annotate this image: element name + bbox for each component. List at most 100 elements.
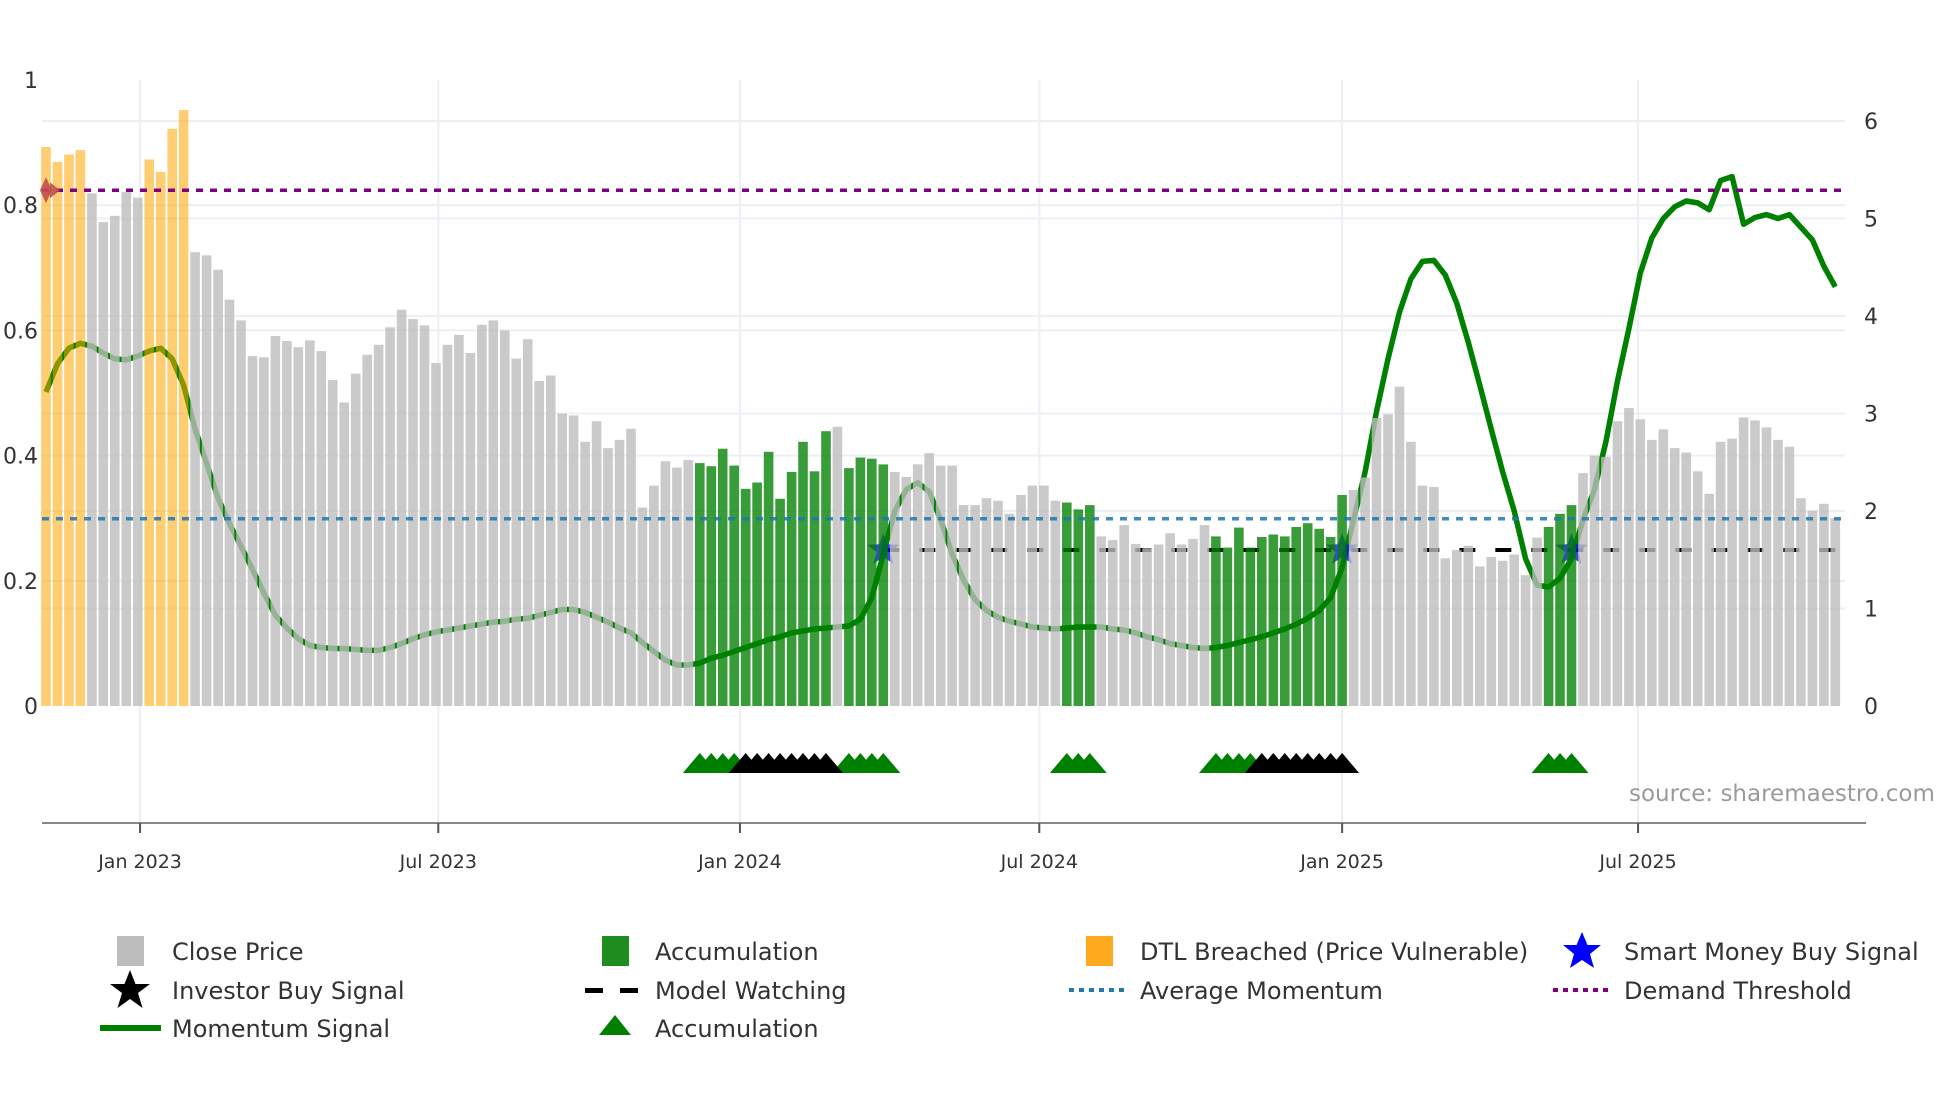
close-price-bar xyxy=(327,379,338,706)
close-price-bar xyxy=(213,269,223,706)
close-price-bar xyxy=(1107,540,1118,706)
y-tick-label-left: 0.4 xyxy=(3,445,38,470)
accumulation-bar xyxy=(706,466,717,706)
dtl-breached-bar xyxy=(75,150,86,707)
close-price-bar xyxy=(1773,439,1783,706)
close-price-bar xyxy=(557,413,567,706)
legend-accumulation-bar: Accumulation xyxy=(655,938,819,966)
close-price-bar xyxy=(110,215,120,707)
close-price-bar xyxy=(1589,455,1600,706)
accumulation-bar xyxy=(1291,527,1301,706)
accumulation-bar xyxy=(763,451,774,706)
accumulation-bar xyxy=(867,458,877,706)
accumulation-bar xyxy=(1555,513,1565,706)
close-price-bar xyxy=(396,309,407,706)
close-price-bar xyxy=(1704,493,1714,706)
black-star-icon xyxy=(110,970,150,1008)
close-price-bar xyxy=(1463,545,1474,706)
close-price-bar xyxy=(224,299,235,706)
close-price-bar xyxy=(247,356,258,706)
accumulation-bar xyxy=(1325,537,1336,706)
x-tick-label: Jul 2024 xyxy=(1000,851,1078,873)
x-tick-label: Jan 2024 xyxy=(697,851,782,873)
momentum-chart: 00.20.40.60.81 0123456 Jan 2023 Jul 2023 J… xyxy=(3,69,1935,1043)
close-price-bar xyxy=(305,340,315,706)
accumulation-bar xyxy=(1245,547,1256,706)
close-price-bar xyxy=(1807,510,1818,706)
y-tick-label-left: 1 xyxy=(24,69,38,94)
y-tick-label-right: 0 xyxy=(1864,695,1878,720)
close-price-bar xyxy=(1176,544,1187,706)
accumulation-bar xyxy=(740,488,751,706)
legend-close-price: Close Price xyxy=(172,938,304,966)
close-price-bar xyxy=(431,363,441,706)
close-price-bar xyxy=(660,461,671,706)
accumulation-bar xyxy=(844,468,854,706)
close-price-bar xyxy=(1520,575,1531,706)
close-price-bar xyxy=(672,467,682,706)
close-price-bar xyxy=(1819,503,1829,706)
accumulation-bar xyxy=(1268,534,1279,706)
y-tick-label-left: 0.6 xyxy=(3,319,38,344)
legend-momentum-signal: Momentum Signal xyxy=(172,1015,390,1043)
accumulation-bar xyxy=(775,498,785,706)
close-price-bar xyxy=(1601,456,1611,706)
close-price-bar xyxy=(603,448,613,706)
close-price-bar xyxy=(1096,536,1106,706)
dtl-breached-bar xyxy=(155,172,166,706)
close-price-bar xyxy=(98,222,109,706)
legend-smart-money: Smart Money Buy Signal xyxy=(1624,938,1919,966)
close-price-bar xyxy=(890,471,900,706)
accumulation-bar xyxy=(1543,527,1554,706)
close-price-bar xyxy=(924,453,934,706)
accumulation-bar xyxy=(1257,537,1267,706)
close-price-bar xyxy=(293,347,304,706)
close-price-bar xyxy=(87,193,97,707)
close-price-bar xyxy=(350,373,361,706)
close-price-bar xyxy=(488,320,499,706)
legend-accumulation-triangle: Accumulation xyxy=(655,1015,819,1043)
legend-dtl-breached: DTL Breached (Price Vulnerable) xyxy=(1140,938,1528,966)
close-price-bar xyxy=(947,465,957,706)
accumulation-bar xyxy=(729,465,739,706)
close-price-bar xyxy=(1647,439,1657,706)
close-price-bar xyxy=(580,441,590,706)
close-price-bar xyxy=(1452,550,1462,706)
close-price-bar xyxy=(970,505,980,706)
close-price-bar xyxy=(1578,473,1588,706)
close-price-bar xyxy=(935,465,946,706)
accumulation-bar xyxy=(878,464,889,706)
close-price-bar xyxy=(626,428,636,706)
close-price-bar xyxy=(1360,477,1370,706)
close-price-bar xyxy=(1624,408,1634,706)
close-price-bar xyxy=(1509,554,1519,706)
close-price-bar xyxy=(1497,560,1508,706)
x-tick-label: Jan 2023 xyxy=(97,851,182,873)
close-price-bar xyxy=(1669,448,1680,706)
accumulation-bar xyxy=(1337,495,1347,706)
legend-demand-threshold: Demand Threshold xyxy=(1624,977,1852,1005)
close-price-bar xyxy=(958,505,969,706)
close-price-bar xyxy=(1635,419,1646,706)
close-price-bar xyxy=(1153,544,1164,706)
x-tick-label: Jul 2025 xyxy=(1598,851,1676,873)
accumulation-bar xyxy=(1234,527,1244,706)
close-price-bar xyxy=(1784,446,1795,706)
close-price-bar xyxy=(912,464,923,706)
close-price-bar xyxy=(133,197,143,706)
accumulation-bar xyxy=(717,448,728,706)
accumulation-bar xyxy=(809,471,820,707)
close-price-bar xyxy=(1715,441,1726,706)
close-price-bar xyxy=(637,507,648,706)
accumulation-bar xyxy=(695,463,705,706)
close-price-bar xyxy=(259,357,269,706)
accumulation-bar xyxy=(752,482,762,706)
close-price-bar xyxy=(1199,525,1210,706)
accumulation-bar xyxy=(821,431,831,706)
close-price-bar xyxy=(683,460,694,706)
close-price-bar xyxy=(1738,417,1749,706)
accumulation-bar xyxy=(855,457,866,706)
orange-square-icon xyxy=(1086,936,1113,966)
x-axis: Jan 2023 Jul 2023 Jan 2024 Jul 2024 Jan 2025… xyxy=(42,822,1866,873)
close-price-bar xyxy=(408,319,418,706)
